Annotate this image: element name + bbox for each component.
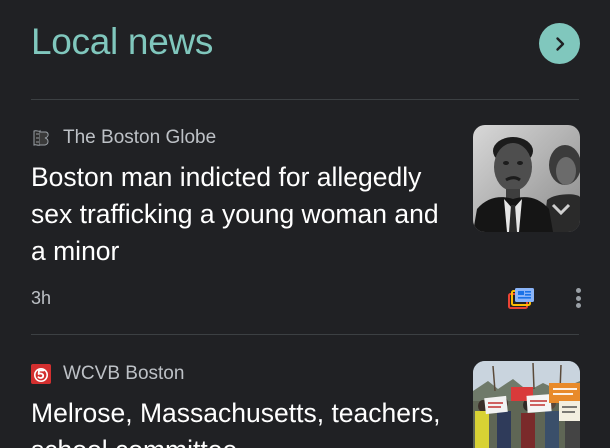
boston-globe-logo-icon bbox=[31, 128, 51, 148]
article-headline[interactable]: Melrose, Massachusetts, teachers, school… bbox=[31, 395, 441, 448]
divider bbox=[31, 99, 579, 100]
divider bbox=[31, 334, 579, 335]
local-news-card: Local news The Boston Globe Boston man i… bbox=[0, 0, 610, 448]
chevron-right-icon bbox=[555, 36, 564, 51]
article-thumbnail[interactable] bbox=[473, 361, 580, 448]
section-title[interactable]: Local news bbox=[31, 20, 213, 64]
article-source: WCVB Boston bbox=[31, 362, 184, 386]
portrait-photo bbox=[473, 125, 580, 232]
more-options-icon[interactable] bbox=[568, 286, 588, 310]
source-name: The Boston Globe bbox=[63, 127, 217, 148]
wcvb-5-logo-icon bbox=[31, 364, 51, 384]
article-headline[interactable]: Boston man indicted for allegedly sex tr… bbox=[31, 159, 441, 270]
protest-photo bbox=[473, 361, 580, 448]
see-more-button[interactable] bbox=[539, 23, 580, 64]
full-coverage-icon[interactable] bbox=[508, 286, 535, 310]
article-source: The Boston Globe bbox=[31, 126, 216, 150]
article-time: 3h bbox=[31, 288, 52, 308]
source-name: WCVB Boston bbox=[63, 363, 185, 384]
article-thumbnail[interactable] bbox=[473, 125, 580, 232]
